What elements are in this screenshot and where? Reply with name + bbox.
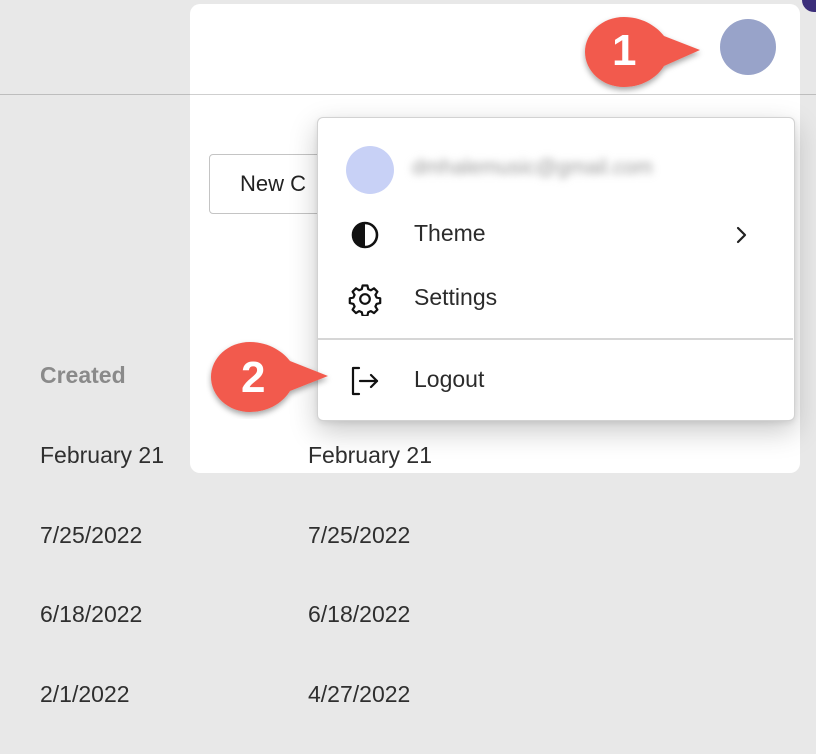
callout-number: 2 (241, 353, 266, 402)
menu-user-avatar (346, 146, 394, 194)
table-cell-updated: February 21 (308, 442, 433, 468)
window-corner-accent (802, 0, 816, 12)
column-header-created[interactable]: Created (40, 362, 126, 389)
table-cell-updated: 6/18/2022 (308, 601, 411, 627)
table-cell-created: 7/25/2022 (40, 522, 143, 548)
menu-item-theme[interactable]: Theme (318, 203, 796, 265)
menu-item-label: Theme (414, 220, 486, 246)
table-cell-created: February 21 (40, 442, 165, 468)
callout-badge-1: 1 (580, 14, 708, 94)
user-menu: dmhalemusic@gmail.com Theme Settings Log… (317, 117, 795, 421)
table-cell-updated: 7/25/2022 (308, 522, 411, 548)
callout-arrow-shape (585, 17, 700, 87)
menu-item-settings[interactable]: Settings (318, 267, 796, 329)
app-window: New C Created February 21 February 21 7/… (0, 0, 816, 754)
contrast-icon (351, 221, 379, 249)
chevron-right-icon (736, 226, 747, 244)
menu-item-label: Settings (414, 284, 498, 310)
table-cell-updated: 4/27/2022 (308, 681, 411, 707)
callout-badge-2: 2 (206, 339, 334, 419)
table-cell-created: 6/18/2022 (40, 601, 143, 627)
callout-arrow-shape (211, 342, 328, 412)
menu-item-logout[interactable]: Logout (318, 349, 796, 411)
logout-icon (351, 366, 379, 396)
user-email: dmhalemusic@gmail.com (412, 156, 653, 179)
callout-number: 1 (612, 26, 637, 75)
gear-icon (348, 284, 382, 316)
user-avatar-button[interactable] (720, 19, 776, 75)
header-divider-highlighted (190, 94, 800, 95)
menu-item-label: Logout (414, 366, 485, 392)
table-cell-created: 2/1/2022 (40, 681, 130, 707)
menu-divider (318, 338, 793, 340)
